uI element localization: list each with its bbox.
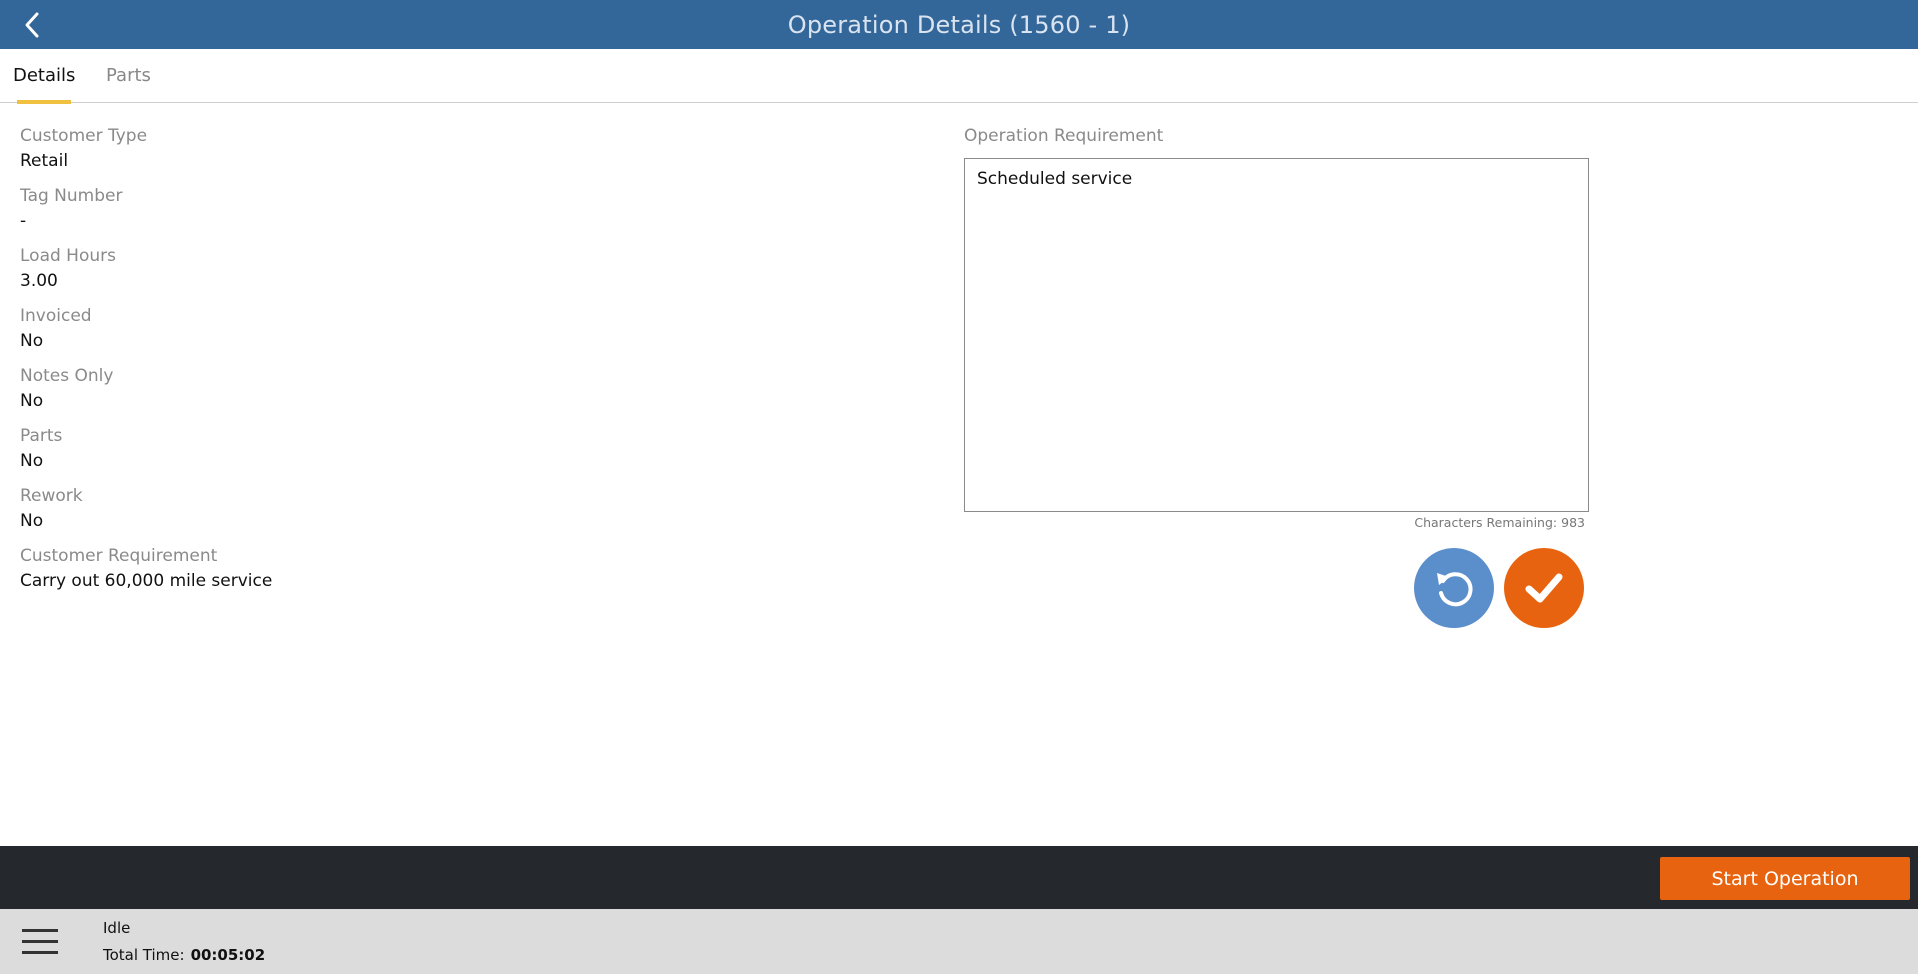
operation-requirement-text: Scheduled service bbox=[977, 169, 1133, 189]
tab-parts-label: Parts bbox=[106, 65, 151, 86]
field-label: Customer Type bbox=[20, 126, 148, 146]
tab-parts[interactable]: Parts bbox=[106, 49, 151, 103]
start-operation-button[interactable]: Start Operation bbox=[1660, 857, 1910, 900]
chevron-left-icon bbox=[25, 12, 39, 38]
active-tab-indicator bbox=[17, 100, 72, 104]
field-label: Customer Requirement bbox=[20, 546, 218, 566]
field-tag-number: Tag Number - bbox=[20, 184, 122, 234]
field-customer-requirement: Customer Requirement Carry out 60,000 mi… bbox=[20, 544, 272, 594]
total-time-value: 00:05:02 bbox=[190, 946, 266, 964]
tab-details-label: Details bbox=[13, 65, 76, 86]
characters-remaining: Characters Remaining: 983 bbox=[964, 515, 1585, 530]
field-parts: Parts No bbox=[20, 424, 62, 474]
checkmark-icon bbox=[1525, 573, 1563, 603]
status-text: Idle bbox=[103, 919, 131, 937]
header-bar: Operation Details (1560 - 1) bbox=[0, 0, 1918, 49]
field-value: No bbox=[20, 391, 44, 411]
total-time-label: Total Time: bbox=[103, 946, 185, 964]
action-bar: Start Operation bbox=[0, 846, 1918, 909]
field-rework: Rework No bbox=[20, 484, 83, 534]
total-time: Total Time: 00:05:02 bbox=[103, 946, 265, 964]
tab-bar: Details Parts bbox=[0, 49, 1918, 104]
field-customer-type: Customer Type Retail bbox=[20, 124, 147, 174]
hamburger-menu-icon[interactable] bbox=[22, 929, 62, 959]
field-value: No bbox=[20, 451, 44, 471]
characters-remaining-count: 983 bbox=[1561, 515, 1585, 530]
status-footer: Idle Total Time: 00:05:02 bbox=[0, 909, 1918, 974]
tab-details[interactable]: Details bbox=[13, 49, 76, 104]
field-value: - bbox=[20, 211, 27, 231]
field-load-hours: Load Hours 3.00 bbox=[20, 244, 116, 294]
field-label: Tag Number bbox=[20, 186, 123, 206]
field-value: No bbox=[20, 331, 44, 351]
characters-remaining-label: Characters Remaining: bbox=[1414, 515, 1558, 530]
operation-requirement-textarea[interactable]: Scheduled service bbox=[964, 158, 1589, 512]
undo-button[interactable] bbox=[1414, 548, 1494, 628]
operation-requirement-label: Operation Requirement bbox=[964, 126, 1164, 146]
app-root: Operation Details (1560 - 1) Details Par… bbox=[0, 0, 1918, 974]
field-label: Parts bbox=[20, 426, 63, 446]
field-value: Retail bbox=[20, 151, 69, 171]
field-label: Invoiced bbox=[20, 306, 92, 326]
back-button[interactable] bbox=[14, 8, 50, 42]
field-invoiced: Invoiced No bbox=[20, 304, 92, 354]
page-title: Operation Details (1560 - 1) bbox=[787, 10, 1131, 39]
confirm-button[interactable] bbox=[1504, 548, 1584, 628]
undo-icon bbox=[1437, 572, 1473, 607]
field-label: Notes Only bbox=[20, 366, 114, 386]
field-value: Carry out 60,000 mile service bbox=[20, 571, 273, 591]
field-value: 3.00 bbox=[20, 271, 58, 291]
field-notes-only: Notes Only No bbox=[20, 364, 113, 414]
field-label: Load Hours bbox=[20, 246, 116, 266]
field-label: Rework bbox=[20, 486, 83, 506]
field-value: No bbox=[20, 511, 44, 531]
